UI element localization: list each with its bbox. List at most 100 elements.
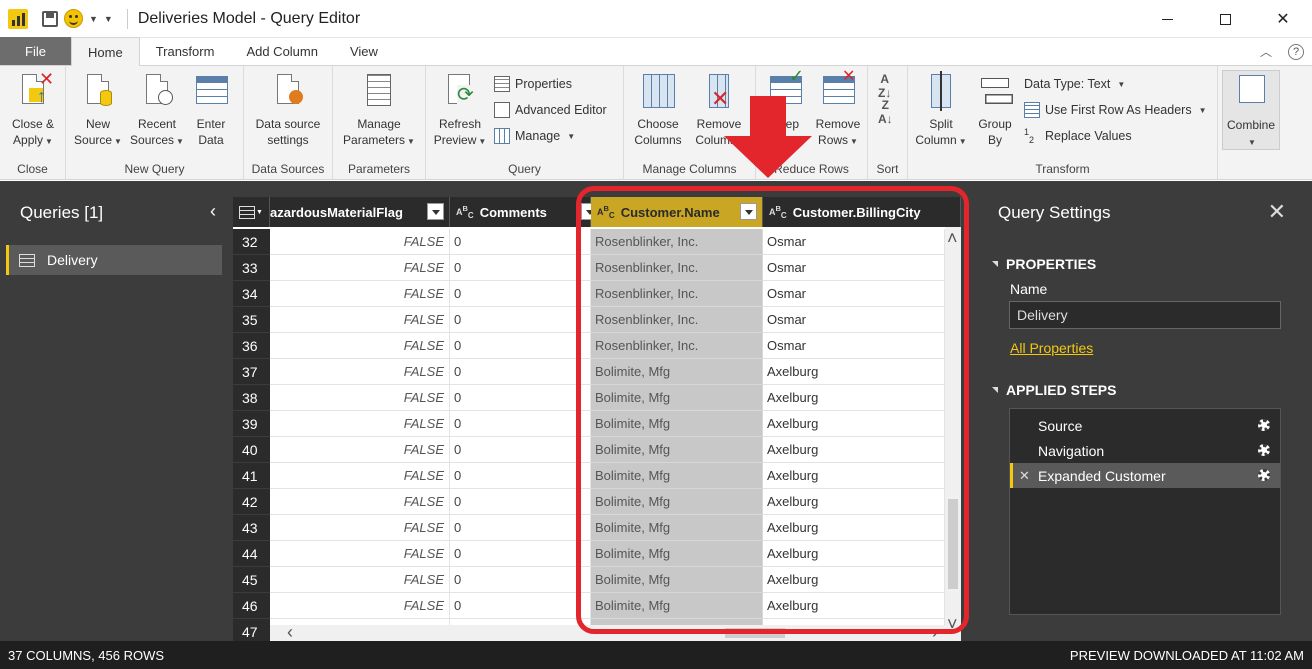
remove-rows-button[interactable]: ✕ Remove Rows ▼ <box>810 68 866 150</box>
row-number[interactable]: 43 <box>233 515 270 541</box>
row-number[interactable]: 45 <box>233 567 270 593</box>
row-number[interactable]: 39 <box>233 411 270 437</box>
manage-parameters-button[interactable]: Manage Parameters ▼ <box>335 70 423 150</box>
remove-columns-button[interactable]: ✕ Remove Columns <box>688 70 750 148</box>
row-number[interactable]: 44 <box>233 541 270 567</box>
table-cell[interactable]: 0 <box>450 307 591 333</box>
applied-steps-section-header[interactable]: APPLIED STEPS <box>992 382 1116 398</box>
table-cell[interactable]: 0 <box>450 411 591 437</box>
table-cell[interactable]: Osmar <box>763 307 945 333</box>
column-header-customer-name[interactable]: ABC Customer.Name <box>591 197 763 227</box>
refresh-preview-button[interactable]: Refresh Preview▼ <box>430 70 490 150</box>
table-cell[interactable]: FALSE <box>270 515 450 541</box>
row-number[interactable]: 46 <box>233 593 270 619</box>
advanced-editor-button[interactable]: Advanced Editor <box>494 99 607 121</box>
row-number[interactable]: 41 <box>233 463 270 489</box>
maximize-button[interactable] <box>1196 0 1254 38</box>
table-cell[interactable]: Rosenblinker, Inc. <box>591 229 763 255</box>
table-cell[interactable]: Axelburg <box>763 593 945 619</box>
row-number[interactable]: 37 <box>233 359 270 385</box>
close-settings-icon[interactable]: ✕ <box>1268 199 1286 225</box>
table-cell[interactable]: FALSE <box>270 463 450 489</box>
table-cell[interactable]: Axelburg <box>763 385 945 411</box>
scroll-down-icon[interactable]: ˅ <box>947 615 958 633</box>
row-number[interactable]: 35 <box>233 307 270 333</box>
feedback-dropdown-icon[interactable]: ▼ <box>89 14 98 24</box>
row-number[interactable]: 36 <box>233 333 270 359</box>
table-cell[interactable]: FALSE <box>270 255 450 281</box>
table-cell[interactable]: Bolimite, Mfg <box>591 385 763 411</box>
close-window-button[interactable]: ✕ <box>1254 0 1312 38</box>
step-expanded-customer[interactable]: ✕ Expanded Customer <box>1010 463 1280 488</box>
table-cell[interactable]: 0 <box>450 255 591 281</box>
table-cell[interactable]: Bolimite, Mfg <box>591 515 763 541</box>
row-number[interactable]: 47 <box>233 619 270 641</box>
vertical-scroll-thumb[interactable] <box>948 499 958 589</box>
scroll-up-icon[interactable]: ˄ <box>947 229 958 247</box>
table-cell[interactable]: FALSE <box>270 307 450 333</box>
table-cell[interactable]: 0 <box>450 359 591 385</box>
query-name-input[interactable]: Delivery <box>1009 301 1281 329</box>
step-navigation[interactable]: Navigation <box>1010 438 1280 463</box>
table-cell[interactable]: 0 <box>450 437 591 463</box>
table-cell[interactable]: 0 <box>450 593 591 619</box>
table-cell[interactable]: Bolimite, Mfg <box>591 411 763 437</box>
table-cell[interactable]: FALSE <box>270 281 450 307</box>
all-properties-link[interactable]: All Properties <box>1010 340 1093 356</box>
properties-button[interactable]: Properties <box>494 73 572 95</box>
table-cell[interactable]: Axelburg <box>763 541 945 567</box>
horizontal-scrollbar[interactable]: ‹ › <box>270 623 946 641</box>
customize-toolbar-icon[interactable]: ▼ <box>104 14 113 24</box>
help-icon[interactable]: ? <box>1288 43 1304 60</box>
table-cell[interactable]: Axelburg <box>763 567 945 593</box>
column-header-customer-billing-city[interactable]: ABC Customer.BillingCity <box>763 197 961 227</box>
table-cell[interactable]: Axelburg <box>763 515 945 541</box>
table-cell[interactable]: 0 <box>450 567 591 593</box>
table-cell[interactable]: 0 <box>450 489 591 515</box>
keep-rows-button[interactable]: ✓ Keep Rows ▼ <box>758 67 812 150</box>
table-cell[interactable]: Axelburg <box>763 411 945 437</box>
table-cell[interactable]: 0 <box>450 281 591 307</box>
table-cell[interactable]: Bolimite, Mfg <box>591 593 763 619</box>
table-cell[interactable]: 0 <box>450 385 591 411</box>
table-cell[interactable]: 0 <box>450 333 591 359</box>
table-cell[interactable]: 0 <box>450 515 591 541</box>
properties-section-header[interactable]: PROPERTIES <box>992 256 1096 272</box>
vertical-scrollbar[interactable]: ˄ ˅ <box>945 227 961 641</box>
minimize-button[interactable] <box>1138 0 1196 38</box>
new-source-button[interactable]: New Source ▼ <box>70 70 126 150</box>
table-cell[interactable]: Bolimite, Mfg <box>591 541 763 567</box>
table-cell[interactable]: Osmar <box>763 255 945 281</box>
table-cell[interactable]: Axelburg <box>763 463 945 489</box>
step-source[interactable]: Source <box>1010 413 1280 438</box>
step-settings-gear-icon[interactable] <box>1258 419 1270 431</box>
horizontal-scroll-thumb[interactable] <box>725 628 785 638</box>
table-cell[interactable]: Axelburg <box>763 437 945 463</box>
collapse-queries-icon[interactable]: ‹ <box>210 201 216 222</box>
table-cell[interactable]: Osmar <box>763 333 945 359</box>
table-cell[interactable]: Bolimite, Mfg <box>591 489 763 515</box>
scroll-left-icon[interactable]: ‹ <box>287 623 293 641</box>
table-cell[interactable]: FALSE <box>270 385 450 411</box>
choose-columns-button[interactable]: Choose Columns <box>628 70 688 148</box>
table-cell[interactable]: FALSE <box>270 567 450 593</box>
sort-descending-button[interactable]: Z A↓ <box>874 98 904 126</box>
row-number[interactable]: 42 <box>233 489 270 515</box>
table-cell[interactable]: FALSE <box>270 489 450 515</box>
table-cell[interactable]: Rosenblinker, Inc. <box>591 333 763 359</box>
replace-values-button[interactable]: 1 2 Replace Values <box>1024 125 1132 147</box>
table-cell[interactable]: Bolimite, Mfg <box>591 567 763 593</box>
tab-transform[interactable]: Transform <box>140 37 231 65</box>
table-cell[interactable]: 0 <box>450 541 591 567</box>
split-column-button[interactable]: Split Column ▼ <box>912 70 970 150</box>
column-header-comments[interactable]: ABC Comments <box>450 197 598 227</box>
group-by-button[interactable]: Group By <box>972 70 1018 148</box>
table-cell[interactable]: Osmar <box>763 281 945 307</box>
tab-home[interactable]: Home <box>71 37 140 66</box>
table-cell[interactable]: Bolimite, Mfg <box>591 437 763 463</box>
table-cell[interactable]: Rosenblinker, Inc. <box>591 307 763 333</box>
use-first-row-as-headers-button[interactable]: Use First Row As Headers ▼ <box>1024 99 1207 121</box>
data-source-settings-button[interactable]: Data source settings <box>246 70 330 148</box>
feedback-smiley-icon[interactable] <box>64 9 83 28</box>
save-icon[interactable] <box>42 10 58 27</box>
